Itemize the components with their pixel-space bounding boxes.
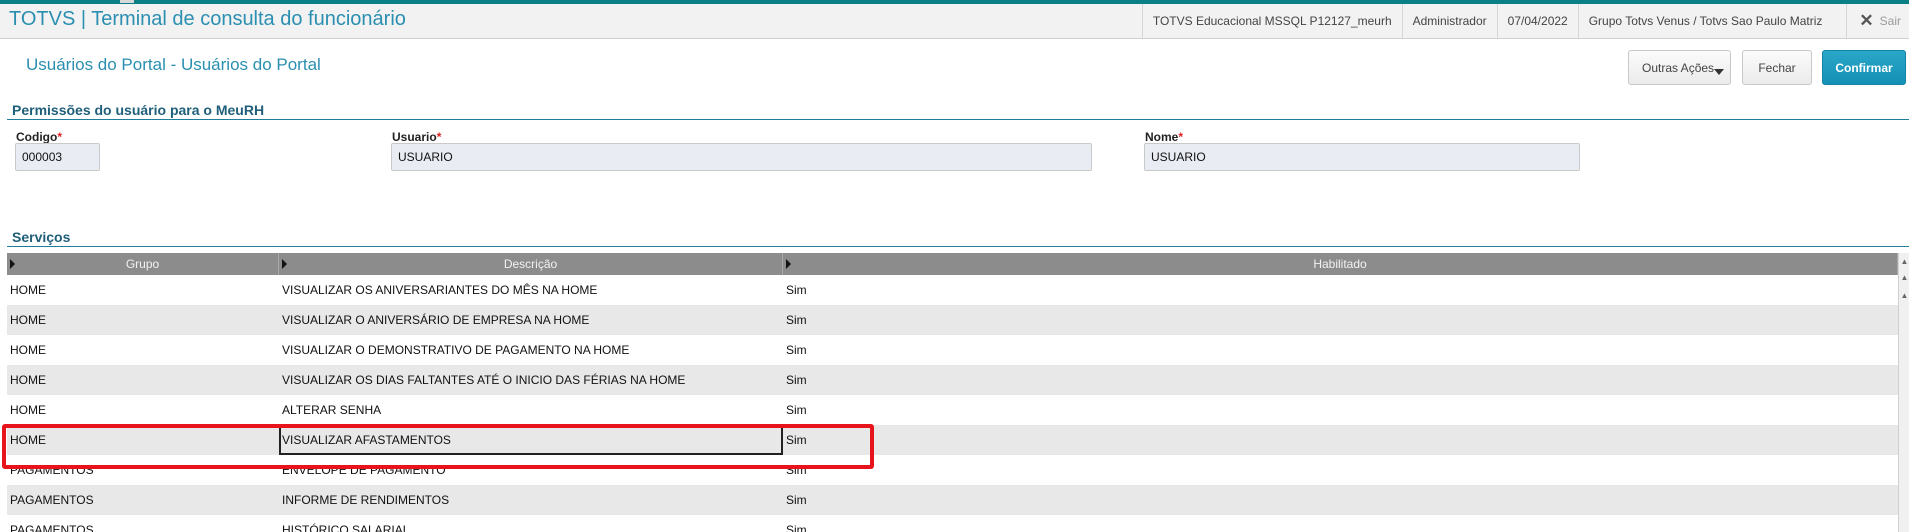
habilitado-cell[interactable]: Sim [783, 335, 1898, 365]
session-info: TOTVS Educacional MSSQL P12127_meurh Adm… [1141, 4, 1909, 38]
usuario-field[interactable]: USUARIO [391, 143, 1092, 171]
grupo-cell[interactable]: HOME [7, 275, 279, 305]
descricao-cell[interactable]: VISUALIZAR OS DIAS FALTANTES ATÉ O INICI… [279, 365, 783, 395]
usuario-label: Usuario* [392, 130, 442, 144]
descricao-cell[interactable]: ENVELOPE DE PAGAMENTO [279, 455, 783, 485]
tab-indicator [120, 0, 134, 3]
habilitado-cell[interactable]: Sim [783, 365, 1898, 395]
scroll-page-up-icon[interactable]: ▲ [1900, 273, 1909, 282]
habilitado-cell[interactable]: Sim [783, 395, 1898, 425]
close-icon: ✕ [1859, 11, 1874, 30]
habilitado-cell[interactable]: Sim [783, 455, 1898, 485]
descricao-cell[interactable]: ALTERAR SENHA [279, 395, 783, 425]
habilitado-cell[interactable]: Sim [783, 305, 1898, 335]
scroll-top-icon[interactable]: ▲ [1900, 257, 1909, 266]
confirm-button[interactable]: Confirmar [1822, 50, 1906, 85]
company-label: Grupo Totvs Venus / Totvs Sao Paulo Matr… [1577, 4, 1833, 38]
page-title: Usuários do Portal - Usuários do Portal [26, 55, 321, 74]
other-actions-label: Outras Ações [1642, 60, 1715, 75]
services-grid: Grupo Descrição Habilitado HOME VISUALIZ… [7, 253, 1898, 532]
exit-label: Sair [1879, 14, 1901, 28]
table-row[interactable]: PAGAMENTOS HISTÓRICO SALARIAL Sim [7, 515, 1898, 532]
table-row[interactable]: HOME VISUALIZAR O DEMONSTRATIVO DE PAGAM… [7, 335, 1898, 365]
nome-field[interactable]: USUARIO [1144, 143, 1580, 171]
habilitado-cell[interactable]: Sim [783, 515, 1898, 532]
date-label: 07/04/2022 [1496, 4, 1578, 38]
grid-scrollbar[interactable]: ▲ ▲ ▲ [1898, 253, 1909, 532]
grupo-cell[interactable]: PAGAMENTOS [7, 485, 279, 515]
descricao-cell[interactable]: VISUALIZAR OS ANIVERSARIANTES DO MÊS NA … [279, 275, 783, 305]
services-section-title: Serviços [12, 229, 71, 245]
table-row[interactable]: PAGAMENTOS INFORME DE RENDIMENTOS Sim [7, 485, 1898, 515]
habilitado-cell[interactable]: Sim [783, 425, 1898, 455]
table-row[interactable]: HOME VISUALIZAR OS ANIVERSARIANTES DO MÊ… [7, 275, 1898, 305]
habilitado-cell[interactable]: Sim [783, 275, 1898, 305]
column-header-habilitado[interactable]: Habilitado [783, 253, 1898, 275]
user-label: Administrador [1401, 4, 1497, 38]
exit-button[interactable]: ✕ Sair [1846, 4, 1909, 38]
section-divider [7, 119, 1909, 120]
column-arrow-icon [10, 259, 15, 269]
column-header-grupo[interactable]: Grupo [7, 253, 279, 275]
descricao-cell-selected[interactable]: VISUALIZAR AFASTAMENTOS [279, 425, 783, 455]
grid-header: Grupo Descrição Habilitado [7, 253, 1898, 275]
grupo-cell[interactable]: HOME [7, 425, 279, 455]
table-row-selected[interactable]: HOME VISUALIZAR AFASTAMENTOS Sim [7, 425, 1898, 455]
column-arrow-icon [282, 259, 287, 269]
habilitado-cell[interactable]: Sim [783, 485, 1898, 515]
grupo-cell[interactable]: HOME [7, 335, 279, 365]
table-row[interactable]: HOME VISUALIZAR OS DIAS FALTANTES ATÉ O … [7, 365, 1898, 395]
chevron-down-icon [1714, 69, 1724, 75]
permissions-section-title: Permissões do usuário para o MeuRH [12, 102, 265, 118]
environment-label: TOTVS Educacional MSSQL P12127_meurh [1141, 4, 1402, 38]
close-button[interactable]: Fechar [1742, 50, 1812, 85]
other-actions-button[interactable]: Outras Ações [1628, 50, 1731, 85]
app-header: TOTVS | Terminal de consulta do funcioná… [0, 4, 1909, 39]
app-title: TOTVS | Terminal de consulta do funcioná… [9, 8, 406, 30]
table-row[interactable]: HOME ALTERAR SENHA Sim [7, 395, 1898, 425]
descricao-cell[interactable]: INFORME DE RENDIMENTOS [279, 485, 783, 515]
section-divider [7, 246, 1909, 247]
descricao-cell[interactable]: VISUALIZAR O DEMONSTRATIVO DE PAGAMENTO … [279, 335, 783, 365]
column-header-descricao[interactable]: Descrição [279, 253, 783, 275]
grupo-cell[interactable]: HOME [7, 365, 279, 395]
scroll-up-icon[interactable]: ▲ [1900, 291, 1909, 300]
descricao-cell[interactable]: VISUALIZAR O ANIVERSÁRIO DE EMPRESA NA H… [279, 305, 783, 335]
table-row[interactable]: HOME VISUALIZAR O ANIVERSÁRIO DE EMPRESA… [7, 305, 1898, 335]
table-row[interactable]: PAGAMENTOS ENVELOPE DE PAGAMENTO Sim [7, 455, 1898, 485]
grupo-cell[interactable]: PAGAMENTOS [7, 515, 279, 532]
grupo-cell[interactable]: HOME [7, 305, 279, 335]
grupo-cell[interactable]: PAGAMENTOS [7, 455, 279, 485]
codigo-field[interactable]: 000003 [15, 143, 100, 171]
descricao-cell[interactable]: HISTÓRICO SALARIAL [279, 515, 783, 532]
nome-label: Nome* [1145, 130, 1184, 144]
grupo-cell[interactable]: HOME [7, 395, 279, 425]
column-arrow-icon [786, 259, 791, 269]
codigo-label: Codigo* [16, 130, 62, 144]
